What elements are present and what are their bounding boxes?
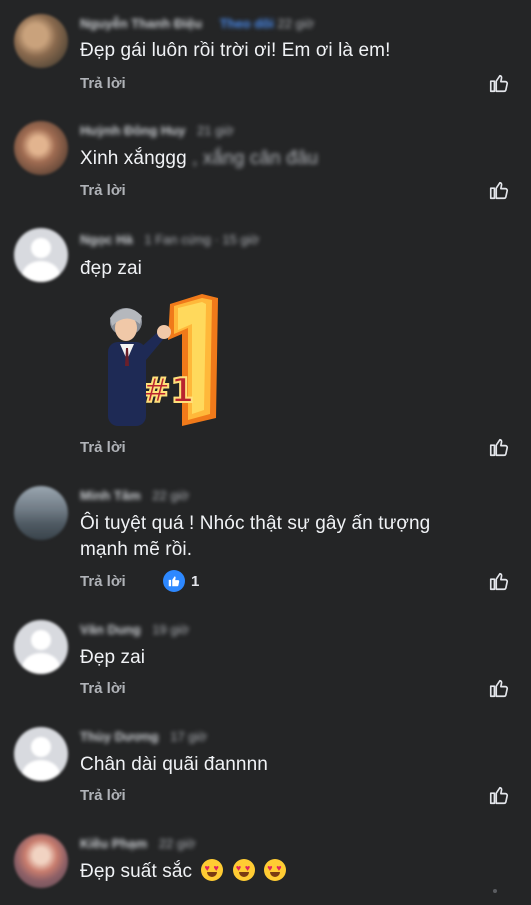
comment-meta: Văn Dung 19 giờ xyxy=(80,622,189,642)
commenter-name[interactable]: Văn Dung xyxy=(80,622,141,637)
reply-link[interactable]: Trả lời xyxy=(80,439,126,456)
commenter-name[interactable]: Ngọc Hà xyxy=(80,232,133,247)
comment-text: đẹp zai xyxy=(80,258,142,279)
comment-time: 1 Fan cứng · 15 giờ xyxy=(144,232,260,247)
comment-text: Đẹp suất sắc ♥ ♥ ♥ ♥ ♥ ♥ xyxy=(80,859,287,885)
avatar[interactable] xyxy=(14,620,68,674)
avatar-head xyxy=(31,238,51,258)
comment-text: Xinh xắnggg , xắng cân đâu xyxy=(80,146,318,172)
thumbs-up-icon[interactable] xyxy=(488,72,510,94)
heart-eyes-emoji-icon: ♥ ♥ xyxy=(232,859,255,881)
commenter-name[interactable]: Nguyễn Thanh Điệu xyxy=(80,16,202,31)
comment-meta: Nguyễn Thanh Điệu Theo dõi 22 giờ xyxy=(80,16,314,36)
sticker-badge: #1 xyxy=(142,371,194,411)
like-reaction-icon xyxy=(163,570,185,592)
comment-time: 22 giờ xyxy=(158,836,196,851)
reaction-summary[interactable]: 1 xyxy=(163,570,199,592)
comment-text: Đẹp gái luôn rồi trời ơi! Em ơi là em! xyxy=(80,40,391,61)
scroll-indicator xyxy=(493,889,497,893)
reply-link[interactable]: Trả lời xyxy=(80,680,126,697)
heart-eyes-emoji-icon: ♥ ♥ xyxy=(201,859,224,881)
comment-meta: Thùy Dương 17 giờ xyxy=(80,729,207,749)
comment-meta: Minh Tâm 22 giờ xyxy=(80,488,189,508)
comment-time: 17 giờ xyxy=(170,729,207,744)
reply-link[interactable]: Trả lời xyxy=(80,573,126,590)
comment-feed: Nguyễn Thanh Điệu Theo dõi 22 giờ Đẹp gá… xyxy=(0,0,531,905)
reply-link[interactable]: Trả lời xyxy=(80,787,126,804)
comment-time: 21 giờ xyxy=(197,123,234,138)
avatar[interactable] xyxy=(14,14,68,68)
comment-text: Đẹp zai xyxy=(80,647,146,668)
comment-time: 22 giờ xyxy=(277,16,315,31)
commenter-name[interactable]: Thùy Dương xyxy=(80,729,159,744)
avatar-shoulders xyxy=(22,261,60,282)
commenter-name[interactable]: Huỳnh Đông Huy xyxy=(80,123,185,138)
comment-time: 19 giờ xyxy=(152,622,190,637)
avatar-shoulders xyxy=(22,760,60,781)
comment-meta: Ngọc Hà 1 Fan cứng · 15 giờ xyxy=(80,232,259,252)
follow-link[interactable]: Theo dõi xyxy=(220,16,274,31)
comment-text: Ôi tuyệt quá ! Nhóc thật sự gây ấn tượng… xyxy=(80,511,430,563)
comment-meta: Huỳnh Đông Huy 21 giờ xyxy=(80,123,234,143)
comment-text-line1: Ôi tuyệt quá ! Nhóc thật sự gây ấn tượng xyxy=(80,513,431,534)
avatar-head xyxy=(31,630,51,650)
avatar[interactable] xyxy=(14,834,68,888)
thumbs-up-icon[interactable] xyxy=(488,570,510,592)
thumbs-up-icon[interactable] xyxy=(488,179,510,201)
reply-link[interactable]: Trả lời xyxy=(80,75,126,92)
thumbs-up-icon[interactable] xyxy=(488,677,510,699)
thumbs-up-icon[interactable] xyxy=(488,436,510,458)
avatar-head xyxy=(31,737,51,757)
commenter-name[interactable]: Minh Tâm xyxy=(80,488,141,503)
commenter-name[interactable]: Kiều Phạm xyxy=(80,836,147,851)
reply-link[interactable]: Trả lời xyxy=(80,182,126,199)
comment-time: 22 giờ xyxy=(152,488,190,503)
comment-text: Chân dài quãi đannnn xyxy=(80,754,268,775)
heart-eyes-emoji-icon: ♥ ♥ xyxy=(264,859,287,881)
reaction-count: 1 xyxy=(191,572,200,590)
avatar[interactable] xyxy=(14,727,68,781)
sticker-number-one[interactable]: #1 xyxy=(98,290,228,430)
comment-text-main: Xinh xắnggg xyxy=(80,148,187,169)
avatar[interactable] xyxy=(14,121,68,175)
avatar-shoulders xyxy=(22,653,60,674)
comment-text-line2: mạnh mẽ rồi. xyxy=(80,539,193,560)
thumbs-up-icon[interactable] xyxy=(488,784,510,806)
comment-meta: Kiều Phạm 22 giờ xyxy=(80,836,196,856)
avatar[interactable] xyxy=(14,228,68,282)
comment-text-main: Đẹp suất sắc xyxy=(80,861,193,882)
avatar[interactable] xyxy=(14,486,68,540)
comment-text-tail: , xắng cân đâu xyxy=(192,148,319,169)
